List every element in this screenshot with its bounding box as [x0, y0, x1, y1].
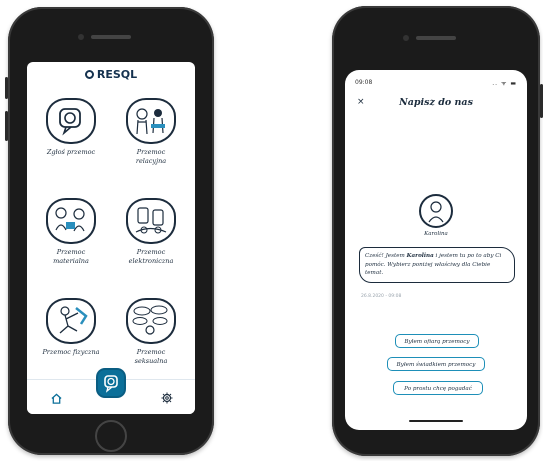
- tile-relational-violence[interactable]: Przemoc relacyjna: [121, 98, 181, 166]
- right-phone-camera: [403, 35, 409, 41]
- option-just-talk-button[interactable]: Po prostu chcę pogadać: [393, 381, 483, 395]
- status-time: 09:08: [355, 79, 373, 86]
- left-phone: RESQL Zgłoś przemoc Przemoc relacyjna Pr…: [5, 7, 214, 455]
- message-text-before: Cześć! Jestem: [365, 253, 407, 259]
- tile-label: Przemoc elektroniczna: [128, 248, 174, 265]
- status-bar: 09:08 .. ᯤ ▬: [355, 79, 517, 87]
- tile-electronic-violence[interactable]: Przemoc elektroniczna: [121, 198, 181, 266]
- chat-icon: [104, 375, 118, 393]
- tile-material-violence[interactable]: Przemoc materialna: [41, 198, 101, 266]
- tile-label: Przemoc relacyjna: [135, 148, 167, 165]
- tile-physical-violence[interactable]: Przemoc fizyczna: [41, 298, 101, 357]
- left-phone-side-button: [5, 77, 8, 99]
- bottom-nav: [27, 370, 195, 414]
- right-phone: 09:08 .. ᯤ ▬ × Napisz do nas Karolina Cz…: [332, 6, 543, 456]
- tile-label: Zgłoś przemoc: [46, 148, 96, 156]
- tile-label: Przemoc fizyczna: [42, 348, 100, 356]
- avatar: [419, 194, 453, 228]
- physical-violence-illustration: [46, 298, 96, 344]
- right-screen: 09:08 .. ᯤ ▬ × Napisz do nas Karolina Cz…: [345, 70, 527, 430]
- tile-report-violence[interactable]: Zgłoś przemoc: [41, 98, 101, 157]
- relational-violence-illustration: [126, 98, 176, 144]
- chat-header: × Napisz do nas: [345, 97, 527, 115]
- message-timestamp: 26.8.2020 - 09:08: [361, 294, 402, 299]
- material-violence-illustration: [46, 198, 96, 244]
- logo-icon: [84, 70, 94, 79]
- chat-button[interactable]: [98, 370, 124, 396]
- home-indicator: [409, 420, 463, 422]
- left-phone-speaker: [91, 35, 131, 39]
- right-phone-speaker: [416, 36, 456, 40]
- tile-sexual-violence[interactable]: Przemoc seksualna: [121, 298, 181, 366]
- gear-icon[interactable]: [161, 392, 173, 404]
- home-icon[interactable]: [51, 393, 62, 404]
- app-logo: RESQL: [27, 68, 195, 81]
- option-witness-button[interactable]: Byłem świadkiem przemocy: [387, 357, 485, 371]
- report-chat-icon: [46, 98, 96, 144]
- avatar-name: Karolina: [424, 231, 448, 237]
- status-icons: .. ᯤ ▬: [492, 80, 517, 87]
- page-title: Napisz do nas: [399, 97, 473, 108]
- tile-label: Przemoc materialna: [53, 248, 89, 265]
- logo-text: RESQL: [96, 68, 138, 81]
- left-phone-home-button: [95, 420, 127, 452]
- sexual-violence-illustration: [126, 298, 176, 344]
- tile-label: Przemoc seksualna: [134, 348, 168, 365]
- message-bubble: Cześć! Jestem Karolina i jestem tu po to…: [359, 247, 515, 283]
- electronic-violence-illustration: [126, 198, 176, 244]
- left-phone-camera: [78, 34, 84, 40]
- message-name: Karolina: [406, 253, 434, 259]
- left-screen: RESQL Zgłoś przemoc Przemoc relacyjna Pr…: [27, 62, 195, 414]
- left-phone-volume-button: [5, 111, 8, 141]
- option-victim-button[interactable]: Byłem ofiarą przemocy: [395, 334, 479, 348]
